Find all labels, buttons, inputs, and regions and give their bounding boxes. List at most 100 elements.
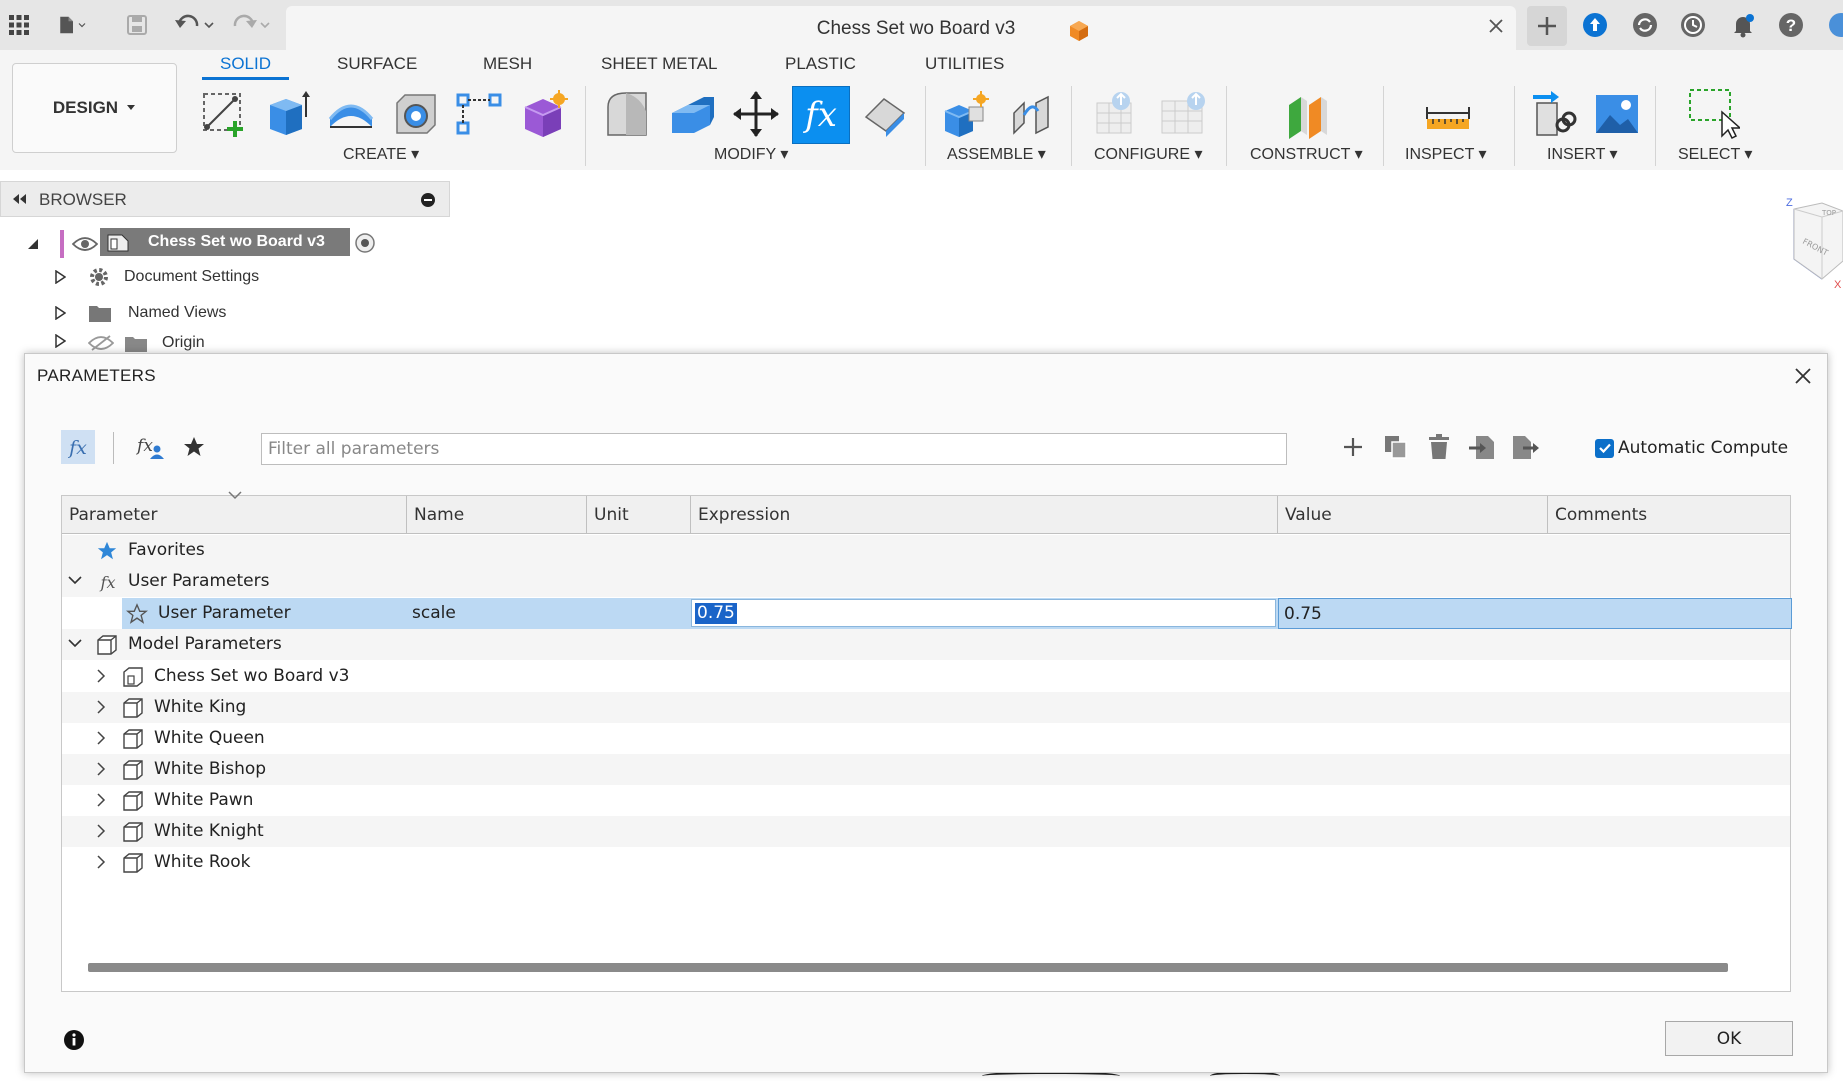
expand-chevron-icon[interactable] xyxy=(96,855,106,869)
create-group-label[interactable]: CREATE ▾ xyxy=(343,144,419,164)
user-parameter-row[interactable]: User Parameter scale 0.75 0.75 xyxy=(122,598,1792,629)
profile-avatar-icon[interactable] xyxy=(1828,10,1843,40)
delete-face-icon[interactable] xyxy=(857,86,913,142)
pattern-icon[interactable] xyxy=(451,86,507,142)
document-tab[interactable]: Chess Set wo Board v3 xyxy=(286,6,1516,50)
inspect-group-label[interactable]: INSPECT ▾ xyxy=(1405,144,1487,164)
export-parameters-icon[interactable] xyxy=(1508,430,1542,464)
user-parameters-group-row[interactable]: fx User Parameters xyxy=(62,566,1790,597)
tab-utilities[interactable]: UTILITIES xyxy=(925,52,1004,80)
new-component-icon[interactable] xyxy=(938,86,994,142)
create-sketch-icon[interactable] xyxy=(196,86,252,142)
favorites-filter-star-icon[interactable] xyxy=(177,430,211,464)
close-dialog-icon[interactable] xyxy=(1793,366,1813,386)
ok-button[interactable]: OK xyxy=(1665,1021,1793,1056)
undo-icon[interactable] xyxy=(172,10,218,40)
job-status-icon[interactable] xyxy=(1630,10,1660,40)
insert-group-label[interactable]: INSERT ▾ xyxy=(1547,144,1618,164)
extrude-icon[interactable] xyxy=(259,86,315,142)
assemble-group-label[interactable]: ASSEMBLE ▾ xyxy=(947,144,1046,164)
hidden-eye-icon[interactable] xyxy=(88,334,114,352)
expand-chevron-icon[interactable] xyxy=(96,669,106,683)
extensions-icon[interactable] xyxy=(1580,10,1610,40)
all-parameters-fx-icon[interactable]: fx xyxy=(61,430,95,464)
modify-group-label[interactable]: MODIFY ▾ xyxy=(714,144,788,164)
browser-root-node[interactable]: Chess Set wo Board v3 xyxy=(100,228,350,256)
joint-icon[interactable] xyxy=(1003,86,1059,142)
import-parameters-icon[interactable] xyxy=(1465,430,1499,464)
expand-chevron-icon[interactable] xyxy=(96,793,106,807)
history-clock-icon[interactable] xyxy=(1678,10,1708,40)
browser-root-row[interactable] xyxy=(26,228,98,260)
change-parameters-fx-icon[interactable]: fx xyxy=(792,86,850,144)
column-header-parameter[interactable]: Parameter xyxy=(62,491,407,534)
insert-canvas-icon[interactable] xyxy=(1589,86,1645,142)
expand-chevron-icon[interactable] xyxy=(96,731,106,745)
app-grid-icon[interactable] xyxy=(4,10,34,40)
collapse-browser-icon[interactable] xyxy=(11,193,27,205)
automatic-compute-checkbox[interactable]: Automatic Compute xyxy=(1595,438,1788,458)
redo-icon[interactable] xyxy=(228,10,274,40)
model-parameters-group-row[interactable]: Model Parameters xyxy=(62,629,1790,660)
name-cell[interactable]: scale xyxy=(412,598,456,629)
favorite-toggle-star-icon[interactable] xyxy=(126,603,148,625)
horizontal-scrollbar[interactable] xyxy=(88,963,1728,972)
expand-triangle-icon[interactable] xyxy=(54,306,66,320)
model-component-row[interactable]: Chess Set wo Board v3 xyxy=(62,661,1790,692)
fillet-icon[interactable] xyxy=(665,86,721,142)
model-component-row[interactable]: White Pawn xyxy=(62,785,1790,816)
revolve-icon[interactable] xyxy=(323,86,379,142)
model-component-row[interactable]: White Bishop xyxy=(62,754,1790,785)
workspace-switcher[interactable]: DESIGN xyxy=(12,63,177,153)
user-parameters-filter-icon[interactable]: fx xyxy=(133,430,167,464)
info-icon[interactable] xyxy=(63,1029,85,1051)
activate-radio-icon[interactable] xyxy=(354,232,376,254)
help-icon[interactable]: ? xyxy=(1776,10,1806,40)
move-copy-icon[interactable] xyxy=(728,86,784,142)
column-header-comments[interactable]: Comments xyxy=(1548,496,1792,534)
column-header-expression[interactable]: Expression xyxy=(691,496,1278,534)
delete-parameter-trash-icon[interactable] xyxy=(1422,430,1456,464)
model-component-row[interactable]: White Queen xyxy=(62,723,1790,754)
collapse-chevron-icon[interactable] xyxy=(68,638,82,648)
tab-plastic[interactable]: PLASTIC xyxy=(785,52,856,80)
model-component-row[interactable]: White Rook xyxy=(62,847,1790,878)
column-header-name[interactable]: Name xyxy=(407,496,587,534)
offset-plane-icon[interactable] xyxy=(1280,86,1336,142)
insert-derive-icon[interactable] xyxy=(1526,86,1582,142)
tab-solid[interactable]: SOLID xyxy=(201,52,290,80)
new-tab-plus-icon[interactable] xyxy=(1527,6,1567,46)
viewcube[interactable]: FRONT TOP Z X xyxy=(1780,195,1843,295)
model-component-row[interactable]: White Knight xyxy=(62,816,1790,847)
browser-item-document-settings[interactable]: Document Settings xyxy=(54,261,259,293)
create-form-icon[interactable] xyxy=(516,86,572,142)
measure-icon[interactable] xyxy=(1420,86,1476,142)
construct-group-label[interactable]: CONSTRUCT ▾ xyxy=(1250,144,1363,164)
tab-sheet-metal[interactable]: SHEET METAL xyxy=(601,52,718,80)
expand-chevron-icon[interactable] xyxy=(96,824,106,838)
save-icon[interactable] xyxy=(122,10,152,40)
collapse-triangle-icon[interactable] xyxy=(26,237,40,251)
expand-triangle-icon[interactable] xyxy=(54,334,66,348)
visibility-eye-icon[interactable] xyxy=(72,235,98,253)
configure-rule-icon[interactable] xyxy=(1155,86,1211,142)
notifications-bell-icon[interactable] xyxy=(1728,10,1758,40)
expression-input[interactable]: 0.75 xyxy=(691,599,1276,627)
press-pull-icon[interactable] xyxy=(599,86,655,142)
configure-table-icon[interactable] xyxy=(1088,86,1144,142)
favorites-group-row[interactable]: Favorites xyxy=(62,535,1790,566)
close-tab-icon[interactable] xyxy=(1486,16,1506,36)
expand-chevron-icon[interactable] xyxy=(96,762,106,776)
hole-icon[interactable] xyxy=(388,86,444,142)
select-group-label[interactable]: SELECT ▾ xyxy=(1678,144,1752,164)
select-window-icon[interactable] xyxy=(1685,86,1741,142)
model-component-row[interactable]: White King xyxy=(62,692,1790,723)
add-parameter-plus-icon[interactable] xyxy=(1336,430,1370,464)
configure-group-label[interactable]: CONFIGURE ▾ xyxy=(1094,144,1202,164)
expand-triangle-icon[interactable] xyxy=(54,270,66,284)
tab-surface[interactable]: SURFACE xyxy=(337,52,417,80)
file-menu-icon[interactable] xyxy=(58,10,88,40)
expand-chevron-icon[interactable] xyxy=(96,700,106,714)
column-header-unit[interactable]: Unit xyxy=(587,496,691,534)
copy-parameter-icon[interactable] xyxy=(1379,430,1413,464)
